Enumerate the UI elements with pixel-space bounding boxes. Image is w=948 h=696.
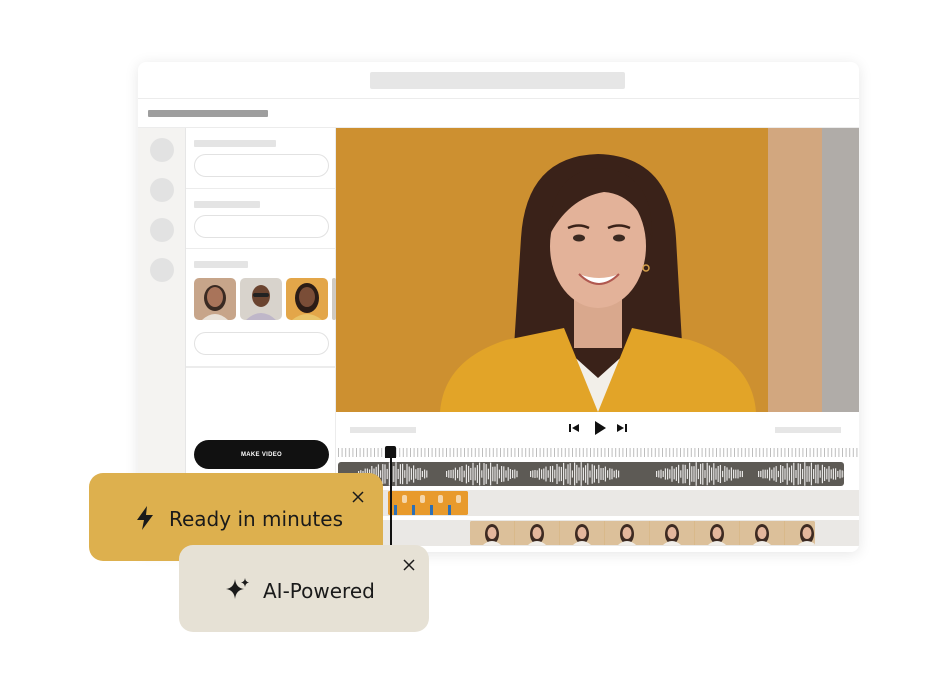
skip-forward-icon[interactable]: [614, 420, 630, 436]
play-icon[interactable]: [590, 418, 610, 438]
ready-toast-label: Ready in minutes: [169, 507, 343, 531]
make-video-button[interactable]: MAKE VIDEO: [194, 440, 329, 469]
stage: MAKE VIDEO Ready in minutes AI-Powered: [0, 0, 948, 696]
audio-track[interactable]: [338, 462, 844, 486]
panel-section-2: [186, 189, 336, 249]
playhead-line: [390, 452, 392, 548]
panel-divider: [186, 367, 336, 368]
section-label-placeholder: [194, 140, 276, 147]
duration-placeholder: [775, 427, 841, 433]
audio-waveform: [358, 462, 844, 486]
close-icon[interactable]: [351, 490, 365, 504]
video-clip-orange[interactable]: [388, 491, 468, 515]
video-track-1: [336, 490, 859, 516]
video-track-2: [336, 520, 859, 546]
video-preview[interactable]: [336, 128, 859, 412]
panel-section-1: [186, 128, 336, 189]
breadcrumb-bar: [138, 99, 859, 128]
rail-icon-1[interactable]: [150, 138, 174, 162]
video-clip-faces[interactable]: [470, 521, 815, 545]
panel-input-3[interactable]: [194, 332, 329, 355]
close-icon[interactable]: [402, 558, 416, 572]
section-label-placeholder: [194, 261, 248, 268]
avatar-option-1[interactable]: [194, 278, 236, 320]
rail-icon-2[interactable]: [150, 178, 174, 202]
lightning-icon: [137, 506, 153, 530]
breadcrumb-placeholder: [148, 110, 268, 117]
playback-controls: [336, 412, 859, 445]
section-label-placeholder: [194, 201, 260, 208]
title-bar: [138, 62, 859, 99]
ai-powered-toast: AI-Powered: [179, 545, 429, 632]
ai-toast-label: AI-Powered: [263, 579, 375, 603]
rail-icon-3[interactable]: [150, 218, 174, 242]
timeline-ruler[interactable]: [336, 446, 859, 458]
time-placeholder: [350, 427, 416, 433]
title-placeholder: [370, 72, 625, 89]
skip-back-icon[interactable]: [566, 420, 582, 436]
avatar-option-2[interactable]: [240, 278, 282, 320]
sparkle-icon: [226, 578, 249, 599]
panel-input-1[interactable]: [194, 154, 329, 177]
rail-icon-4[interactable]: [150, 258, 174, 282]
panel-input-2[interactable]: [194, 215, 329, 238]
avatar-option-3[interactable]: [286, 278, 328, 320]
